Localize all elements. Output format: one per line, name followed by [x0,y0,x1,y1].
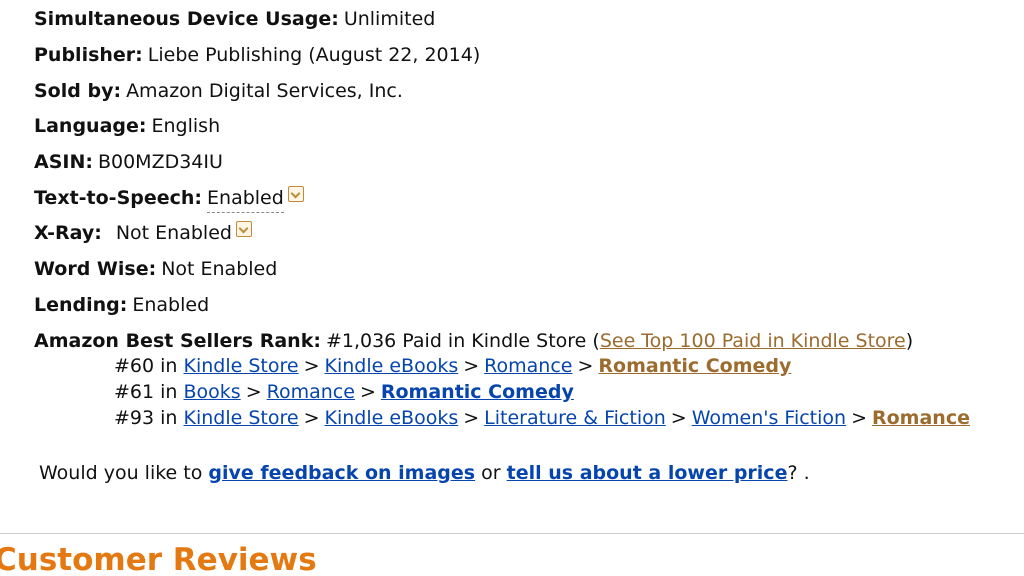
see-top-100-link[interactable]: See Top 100 Paid in Kindle Store [600,330,906,352]
detail-text-to-speech: Text-to-Speech: Enabled [34,186,304,213]
detail-label: Language: [34,115,147,137]
breadcrumb-separator: > [245,381,262,403]
rank-crumb-link[interactable]: Romance [484,355,572,377]
rank-category-link[interactable]: Romantic Comedy [598,355,791,377]
breadcrumb-separator: > [577,355,594,377]
detail-label: Word Wise: [34,258,157,280]
rank-category-link[interactable]: Romantic Comedy [381,381,574,403]
customer-reviews-heading: Customer Reviews [0,542,317,576]
detail-label: Simultaneous Device Usage: [34,8,339,30]
detail-asin: ASIN: B00MZD34IU [34,150,223,174]
lower-price-link[interactable]: tell us about a lower price [507,462,788,484]
rank-line: #60 in Kindle Store > Kindle eBooks > Romanc… [114,354,791,378]
rank-crumb-link[interactable]: Women's Fiction [692,407,846,429]
tts-value-tooltip-trigger[interactable]: Enabled [207,187,284,213]
breadcrumb-separator: > [303,407,320,429]
breadcrumb-separator: > [851,407,867,429]
breadcrumb-separator: > [463,407,480,429]
chevron-down-icon[interactable] [235,221,252,237]
rank-main-close: ) [905,330,914,352]
rank-crumb-link[interactable]: Kindle Store [184,355,299,377]
feedback-suffix: ? . [787,462,810,484]
rank-main-text: #1,036 Paid in Kindle Store ( [325,330,600,352]
detail-value: Not Enabled [115,222,232,244]
detail-value: B00MZD34IU [97,151,223,173]
breadcrumb-separator: > [359,381,376,403]
feedback-line: Would you like to give feedback on image… [39,461,810,485]
detail-label: X-Ray: [34,222,102,244]
detail-simultaneous-usage: Simultaneous Device Usage: Unlimited [34,7,435,31]
detail-value: English [151,115,221,137]
rank-crumb-link[interactable]: Books [184,381,241,403]
rank-crumb-link[interactable]: Romance [267,381,355,403]
rank-crumb-link[interactable]: Literature & Fiction [484,407,666,429]
product-details-page: Simultaneous Device Usage: Unlimited Publ… [0,0,1024,576]
image-feedback-link[interactable]: give feedback on images [208,462,475,484]
detail-x-ray: X-Ray: Not Enabled [34,221,252,245]
chevron-down-icon[interactable] [287,186,304,202]
detail-value: Unlimited [343,8,436,30]
detail-value: Enabled [132,294,210,316]
breadcrumb-separator: > [670,407,687,429]
rank-crumb-link[interactable]: Kindle Store [184,407,299,429]
rank-prefix: #93 in [114,407,178,429]
detail-publisher: Publisher: Liebe Publishing (August 22, 2… [34,43,480,67]
detail-label: Lending: [34,294,128,316]
rank-line: #61 in Books > Romance > Romantic Comedy [114,380,574,404]
detail-value: Not Enabled [161,258,278,280]
detail-label: ASIN: [34,151,93,173]
section-divider [0,533,1024,534]
detail-language: Language: English [34,114,220,138]
feedback-prefix: Would you like to [39,462,203,484]
best-sellers-rank: Amazon Best Sellers Rank: #1,036 Paid in … [34,329,913,353]
rank-prefix: #61 in [114,381,178,403]
detail-label: Text-to-Speech: [34,187,203,209]
rank-category-link[interactable]: Romance [872,407,970,429]
detail-lending: Lending: Enabled [34,293,209,317]
breadcrumb-separator: > [463,355,480,377]
detail-label: Sold by: [34,80,122,102]
detail-value: Amazon Digital Services, Inc. [126,80,403,102]
rank-line: #93 in Kindle Store > Kindle eBooks > Litera… [114,406,970,430]
detail-label: Publisher: [34,44,143,66]
rank-crumb-link[interactable]: Kindle eBooks [325,407,459,429]
breadcrumb-separator: > [303,355,320,377]
detail-value: Liebe Publishing (August 22, 2014) [147,44,481,66]
rank-label: Amazon Best Sellers Rank: [34,330,321,352]
detail-word-wise: Word Wise: Not Enabled [34,257,277,281]
rank-prefix: #60 in [114,355,178,377]
feedback-middle: or [481,462,501,484]
detail-sold-by: Sold by: Amazon Digital Services, Inc. [34,79,403,103]
rank-crumb-link[interactable]: Kindle eBooks [325,355,459,377]
